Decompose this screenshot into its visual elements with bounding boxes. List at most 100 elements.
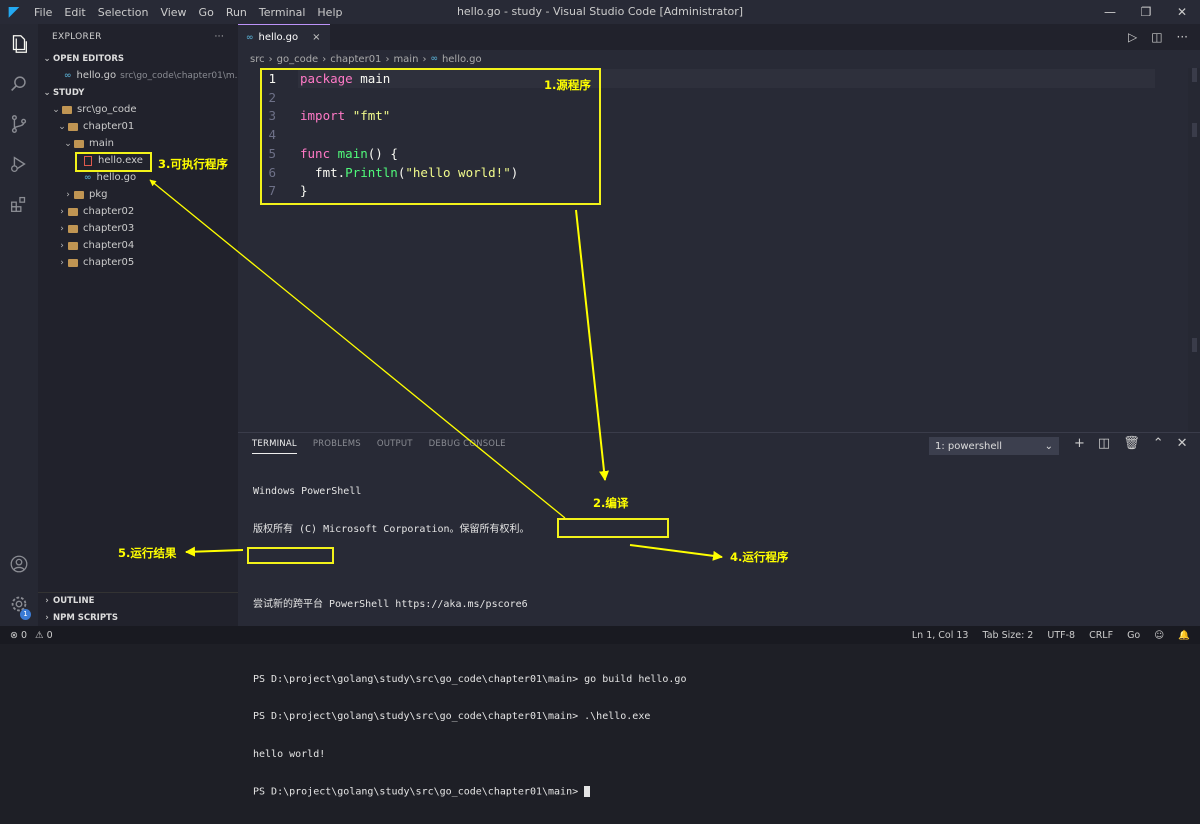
- errors-count[interactable]: ⊗ 0: [10, 630, 27, 641]
- breadcrumb-item[interactable]: hello.go: [442, 54, 482, 65]
- open-editor-item[interactable]: ∞ hello.go src\go_code\chapter01\m...: [38, 67, 243, 84]
- settings-badge: 1: [20, 609, 31, 620]
- explorer-sidebar: EXPLORER ··· ⌄ OPEN EDITORS ∞ hello.go sr…: [38, 24, 243, 626]
- bottom-panel: TERMINAL PROBLEMS OUTPUT DEBUG CONSOLE 1…: [238, 432, 1200, 798]
- breadcrumb: src › go_code › chapter01 › main › ∞ hello.g…: [238, 50, 1200, 68]
- run-icon[interactable]: ▷: [1128, 30, 1137, 44]
- sidebar-title: EXPLORER: [52, 32, 102, 42]
- tab-output[interactable]: OUTPUT: [377, 439, 413, 454]
- trash-icon[interactable]: 🗑: [1123, 436, 1140, 451]
- tree-item[interactable]: ⌄ src\go_code: [38, 101, 238, 118]
- exe-annotation-box: [75, 152, 152, 172]
- annotation-executable: 3.可执行程序: [158, 157, 228, 171]
- tree-item[interactable]: › pkg: [38, 186, 238, 203]
- chevron-down-icon: ⌄: [1044, 440, 1053, 452]
- more-actions-icon[interactable]: ···: [215, 32, 224, 42]
- menu-selection[interactable]: Selection: [92, 6, 155, 19]
- tab-problems[interactable]: PROBLEMS: [313, 439, 361, 454]
- folder-icon: [68, 241, 78, 250]
- vscode-logo-icon: ◤: [8, 4, 20, 20]
- workspace-section[interactable]: ⌄ STUDY: [38, 84, 238, 101]
- terminal-line: PS D:\project\golang\study\src\go_code\c…: [253, 786, 585, 798]
- annotation-compile: 2.编译: [593, 496, 629, 510]
- cursor-position[interactable]: Ln 1, Col 13: [912, 630, 969, 641]
- annotation-run: 4.运行程序: [730, 550, 789, 564]
- menu-run[interactable]: Run: [220, 6, 253, 19]
- status-bar: ⊗ 0 ⚠ 0 Ln 1, Col 13 Tab Size: 2 UTF-8 C…: [0, 626, 1200, 644]
- language-mode[interactable]: Go: [1127, 630, 1140, 641]
- folder-icon: [68, 224, 78, 233]
- line-ending[interactable]: CRLF: [1089, 630, 1113, 641]
- tab-hello-go[interactable]: ∞ hello.go ×: [238, 24, 330, 50]
- search-icon[interactable]: [0, 64, 38, 104]
- minimize-icon[interactable]: —: [1092, 0, 1128, 24]
- menu-bar: File Edit Selection View Go Run Terminal…: [28, 6, 348, 19]
- go-file-icon: ∞: [246, 32, 254, 43]
- close-tab-icon[interactable]: ×: [312, 32, 320, 43]
- terminal-line: PS D:\project\golang\study\src\go_code\c…: [253, 673, 687, 685]
- folder-icon: [68, 207, 78, 216]
- breadcrumb-item[interactable]: go_code: [277, 54, 319, 65]
- tree-item[interactable]: › chapter04: [38, 237, 238, 254]
- extensions-icon[interactable]: [0, 184, 38, 224]
- add-terminal-icon[interactable]: +: [1074, 436, 1085, 451]
- menu-edit[interactable]: Edit: [58, 6, 91, 19]
- folder-icon: [62, 105, 72, 114]
- close-panel-icon[interactable]: ✕: [1177, 436, 1188, 451]
- menu-help[interactable]: Help: [311, 6, 348, 19]
- run-debug-icon[interactable]: [0, 144, 38, 184]
- source-control-icon[interactable]: [0, 104, 38, 144]
- notifications-bell-icon[interactable]: 🔔: [1178, 630, 1190, 641]
- go-file-icon: ∞: [64, 70, 72, 81]
- breadcrumb-item[interactable]: chapter01: [330, 54, 381, 65]
- open-editors-section[interactable]: ⌄ OPEN EDITORS: [38, 50, 238, 67]
- folder-icon: [68, 258, 78, 267]
- maximize-panel-icon[interactable]: ⌃: [1153, 436, 1164, 451]
- menu-go[interactable]: Go: [193, 6, 220, 19]
- split-terminal-icon[interactable]: ◫: [1098, 436, 1110, 451]
- editor-scrollbar[interactable]: [1188, 68, 1200, 432]
- folder-icon: [74, 139, 84, 148]
- encoding[interactable]: UTF-8: [1047, 630, 1075, 641]
- activity-bar: [0, 24, 38, 626]
- folder-icon: [68, 122, 78, 131]
- tree-item[interactable]: › chapter05: [38, 254, 238, 271]
- tree-item[interactable]: › chapter02: [38, 203, 238, 220]
- settings-gear-icon[interactable]: [0, 584, 38, 624]
- terminal-line: PS D:\project\golang\study\src\go_code\c…: [253, 711, 651, 722]
- menu-file[interactable]: File: [28, 6, 58, 19]
- annotation-result: 5.运行结果: [118, 546, 177, 560]
- feedback-icon[interactable]: ☺: [1154, 630, 1164, 641]
- explorer-icon[interactable]: [0, 24, 38, 64]
- split-editor-icon[interactable]: ◫: [1151, 30, 1162, 44]
- editor-tabs: ∞ hello.go × ▷ ◫ ···: [238, 24, 1200, 50]
- result-annotation-box: [247, 547, 334, 564]
- annotation-source: 1.源程序: [544, 78, 591, 92]
- breadcrumb-item[interactable]: src: [250, 54, 265, 65]
- tab-size[interactable]: Tab Size: 2: [982, 630, 1033, 641]
- outline-section[interactable]: › OUTLINE: [38, 592, 238, 609]
- terminal-select[interactable]: 1: powershell ⌄: [929, 437, 1059, 455]
- go-file-icon: ∞: [84, 172, 92, 183]
- folder-icon: [74, 190, 84, 199]
- tree-item[interactable]: › chapter03: [38, 220, 238, 237]
- account-icon[interactable]: [0, 544, 38, 584]
- title-bar: ◤ File Edit Selection View Go Run Termin…: [0, 0, 1200, 24]
- tab-terminal[interactable]: TERMINAL: [252, 439, 297, 454]
- restore-icon[interactable]: ❐: [1128, 0, 1164, 24]
- tree-item[interactable]: ⌄ main: [38, 135, 238, 152]
- menu-terminal[interactable]: Terminal: [253, 6, 312, 19]
- tree-item[interactable]: ⌄ chapter01: [38, 118, 238, 135]
- more-actions-icon[interactable]: ···: [1177, 30, 1188, 44]
- terminal-line: hello world!: [253, 748, 326, 760]
- go-file-icon: ∞: [430, 54, 438, 64]
- terminal-cursor: [584, 786, 591, 797]
- npm-scripts-section[interactable]: › NPM SCRIPTS: [38, 609, 238, 626]
- menu-view[interactable]: View: [154, 6, 192, 19]
- terminal-line: 尝试新的跨平台 PowerShell https://aka.ms/pscore…: [253, 598, 528, 610]
- compile-annotation-box: [557, 518, 669, 538]
- breadcrumb-item[interactable]: main: [393, 54, 418, 65]
- close-window-icon[interactable]: ✕: [1164, 0, 1200, 24]
- tab-debug-console[interactable]: DEBUG CONSOLE: [429, 439, 506, 454]
- warnings-count[interactable]: ⚠ 0: [35, 630, 53, 641]
